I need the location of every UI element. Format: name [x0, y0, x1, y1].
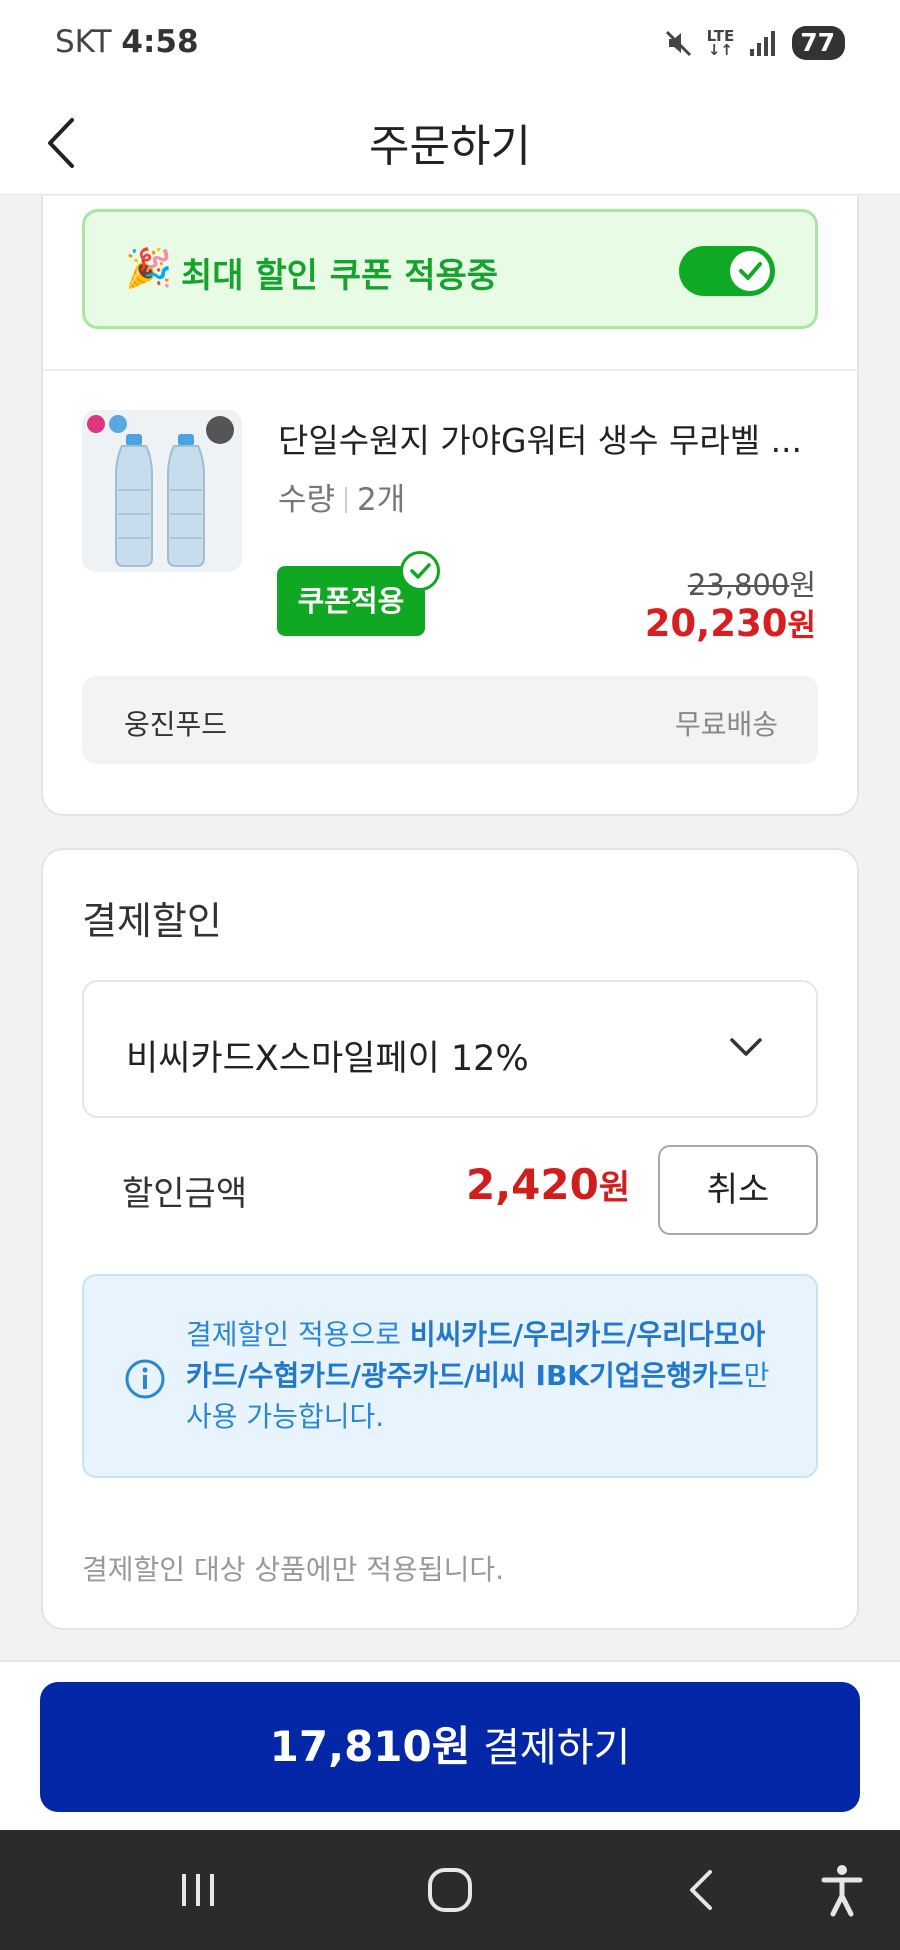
signal-icon [750, 31, 776, 56]
quantity-label: 수량 [278, 482, 336, 518]
divider [43, 369, 857, 371]
back-nav-icon[interactable] [672, 1860, 732, 1920]
notice-text: 결제할인 적용으로 비씨카드/우리카드/우리다모아카드/수협카드/광주카드/비씨… [186, 1314, 786, 1437]
network-type: LTE ↓↑ [707, 29, 735, 59]
product-name[interactable]: 단일수원지 가야G워터 생수 무라벨 ... [278, 414, 823, 462]
discount-option-select[interactable]: 비씨카드X스마일페이 12% [82, 980, 818, 1118]
sale-price: 20,230원 [645, 600, 816, 645]
card-restriction-notice: 결제할인 적용으로 비씨카드/우리카드/우리다모아카드/수협카드/광주카드/비씨… [82, 1274, 818, 1478]
accessibility-icon[interactable] [812, 1860, 872, 1920]
sale-price-value: 20,230 [644, 602, 788, 645]
app-header: 주문하기 [0, 90, 900, 195]
clock: 4:58 [121, 24, 199, 60]
water-bottles-image [82, 410, 242, 572]
seller-name: 웅진푸드 [124, 708, 228, 741]
original-price-unit: 원 [789, 568, 816, 602]
discount-amount-label: 할인금액 [122, 1174, 248, 1214]
check-icon [739, 262, 762, 280]
pay-amount: 17,810원 [269, 1722, 471, 1771]
payment-discount-title: 결제할인 [82, 899, 222, 943]
quantity-separator [345, 487, 348, 513]
carrier: SKT [55, 24, 112, 60]
coupon-check-icon [400, 551, 440, 591]
battery-indicator: 77 [792, 26, 855, 60]
selected-discount-option: 비씨카드X스마일페이 12% [126, 1039, 529, 1079]
coupon-banner: 🎉 최대 할인 쿠폰 적용중 [82, 209, 818, 329]
data-arrows-icon: ↓↑ [707, 41, 733, 59]
check-icon [410, 563, 431, 579]
mute-icon [665, 30, 691, 57]
original-price-value: 23,800 [687, 568, 790, 602]
discount-footnote: 결제할인 대상 상품에만 적용됩니다. [82, 1553, 505, 1586]
pay-button[interactable]: 17,810원 결제하기 [40, 1682, 860, 1812]
home-icon[interactable] [420, 1860, 480, 1920]
recent-apps-icon[interactable] [168, 1860, 228, 1920]
discount-amount: 2,420원 [466, 1160, 630, 1209]
info-icon [125, 1359, 165, 1399]
seller-row: 웅진푸드 무료배송 [82, 676, 818, 764]
shipping-info: 무료배송 [674, 708, 778, 741]
bottom-pay-bar: 17,810원 결제하기 [0, 1660, 900, 1830]
discount-amount-unit: 원 [598, 1168, 631, 1208]
quantity-value: 2개 [357, 482, 406, 518]
original-price: 23,800원 [688, 562, 816, 604]
chevron-down-icon [730, 1038, 762, 1056]
page-title: 주문하기 [369, 121, 531, 172]
status-bar: SKT 4:58 LTE ↓↑ 77 [0, 0, 900, 90]
product-quantity: 수량 2개 [278, 474, 405, 519]
pay-label: 결제하기 [483, 1725, 631, 1771]
coupon-toggle[interactable] [679, 246, 775, 296]
status-left: SKT 4:58 [55, 24, 199, 60]
cancel-discount-button[interactable]: 취소 [658, 1145, 818, 1235]
toggle-knob [730, 251, 770, 291]
sale-price-unit: 원 [787, 608, 816, 644]
system-nav-bar [0, 1830, 900, 1950]
notice-prefix: 결제할인 적용으로 [186, 1318, 410, 1351]
party-popper-icon: 🎉 [125, 246, 173, 290]
product-thumbnail[interactable] [82, 410, 242, 572]
payment-discount-card [41, 848, 859, 1630]
discount-amount-value: 2,420 [466, 1160, 599, 1209]
coupon-banner-text: 최대 할인 쿠폰 적용중 [181, 256, 499, 296]
status-icons: LTE ↓↑ 77 [663, 26, 855, 60]
